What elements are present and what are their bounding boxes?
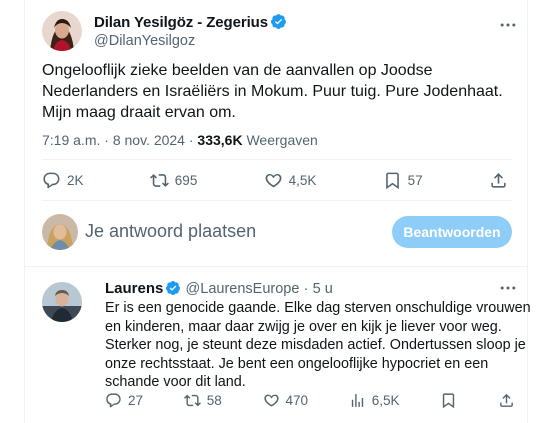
reply-author-name[interactable]: Laurens: [105, 280, 163, 297]
bookmark-button[interactable]: 57: [383, 171, 423, 190]
reply-text: Er is een genocide gaande. Elke dag ster…: [105, 300, 531, 391]
author-name[interactable]: Dilan Yesilgöz - Zegerius: [94, 13, 287, 34]
divider: [42, 159, 512, 160]
like-icon: [265, 173, 282, 188]
reply-composer: Je antwoord plaatsen Beantwoorden: [42, 214, 512, 250]
like-count: 470: [285, 393, 309, 408]
meta-separator: ·: [188, 132, 194, 148]
repost-icon: [183, 394, 201, 407]
meta-separator: ·: [104, 132, 109, 148]
divider: [25, 266, 529, 267]
like-icon: [263, 394, 279, 407]
more-icon[interactable]: [498, 15, 518, 40]
views-button[interactable]: 6,5K: [349, 392, 400, 409]
views-icon: [351, 394, 363, 407]
share-icon: [491, 173, 506, 188]
author-name-text[interactable]: Dilan Yesilgöz - Zegerius: [94, 14, 268, 31]
like-button[interactable]: 4,5K: [264, 171, 317, 190]
share-button[interactable]: [489, 171, 508, 190]
repost-icon: [149, 174, 169, 187]
reply-button[interactable]: 2K: [42, 171, 84, 190]
repost-button[interactable]: 58: [183, 392, 222, 409]
reply-icon: [106, 393, 121, 408]
reply-author-avatar[interactable]: [42, 282, 82, 322]
reply-author-handle[interactable]: @LaurensEurope: [186, 281, 300, 297]
repost-count: 695: [174, 173, 198, 188]
main-action-bar: 2K 695 4,5K 57: [42, 171, 512, 190]
reply-author-line: Laurens @LaurensEurope · 5 u: [105, 280, 333, 300]
timeline-column: Dilan Yesilgöz - Zegerius @DilanYesilgoz…: [24, 0, 531, 423]
views-count: 333,6K: [197, 132, 243, 148]
reply-submit-button[interactable]: Beantwoorden: [392, 216, 512, 248]
verified-badge-icon: [270, 13, 287, 34]
tweet-time[interactable]: 7:19 a.m.: [42, 132, 100, 148]
views-label: Weergaven: [246, 132, 318, 148]
verified-badge-icon: [165, 280, 181, 300]
own-avatar[interactable]: [42, 214, 78, 250]
tweet-text: Ongelooflijk zieke beelden van de aanval…: [42, 62, 503, 121]
author-avatar[interactable]: [42, 11, 82, 51]
share-icon: [500, 393, 513, 407]
tweet-date[interactable]: 8 nov. 2024: [113, 132, 185, 148]
author-handle[interactable]: @DilanYesilgoz: [94, 33, 195, 49]
views-count: 6,5K: [371, 393, 400, 408]
divider: [42, 200, 512, 201]
like-count: 4,5K: [288, 173, 317, 188]
reply-input[interactable]: Je antwoord plaatsen: [85, 221, 256, 242]
reply-age[interactable]: 5 u: [313, 281, 333, 297]
repost-count: 58: [206, 393, 222, 408]
bookmark-button[interactable]: [440, 392, 457, 409]
reply-separator: ·: [303, 281, 309, 297]
reply-count: 27: [128, 393, 144, 408]
tweet-meta: 7:19 a.m. · 8 nov. 2024 · 333,6K Weergav…: [42, 132, 318, 148]
reply-icon: [43, 172, 60, 189]
repost-button[interactable]: 695: [149, 171, 198, 190]
reply-button[interactable]: 27: [105, 392, 143, 409]
bookmark-count: 57: [407, 173, 423, 188]
reply-count: 2K: [67, 173, 84, 188]
bookmark-icon: [385, 172, 399, 190]
share-button[interactable]: [498, 392, 515, 409]
bookmark-icon: [443, 393, 455, 409]
reply-action-bar: 27 58 470 6,5K: [105, 392, 515, 409]
like-button[interactable]: 470: [263, 392, 309, 409]
